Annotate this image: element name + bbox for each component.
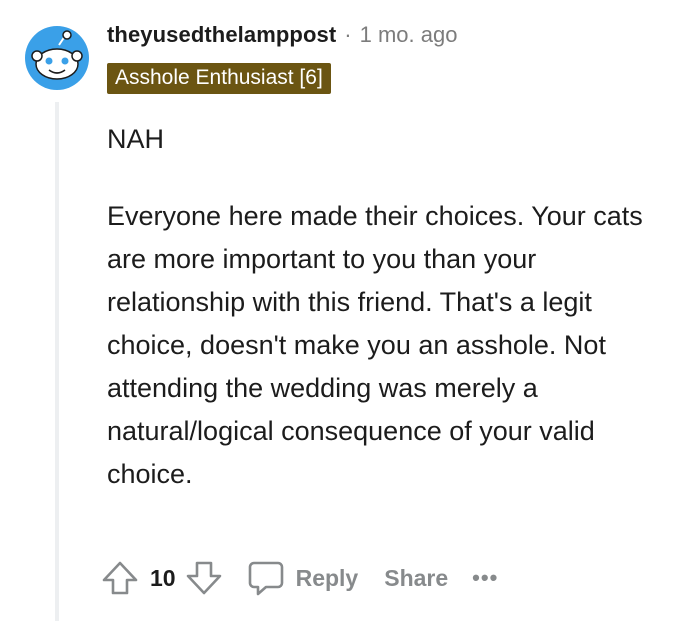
snoo-avatar-icon <box>25 26 89 90</box>
more-options-button[interactable]: ••• <box>472 565 498 591</box>
downvote-arrow-icon[interactable] <box>184 558 224 598</box>
upvote-arrow-icon[interactable] <box>100 558 140 598</box>
thread-line[interactable] <box>55 102 59 621</box>
reply-label: Reply <box>295 564 359 591</box>
timestamp[interactable]: 1 mo. ago <box>360 22 458 48</box>
user-flair: Asshole Enthusiast [6] <box>107 63 331 94</box>
comment-paragraph: NAH <box>107 124 165 154</box>
comment-paragraph: Everyone here made their choices. Your c… <box>107 201 643 489</box>
meta-separator: · <box>344 22 352 47</box>
comment-header: theyusedthelamppost · 1 mo. ago <box>107 22 457 48</box>
reply-button[interactable]: Reply <box>246 558 359 598</box>
username-link[interactable]: theyusedthelamppost <box>107 22 336 48</box>
vote-count: 10 <box>150 564 176 591</box>
comment-actions: 10 Reply Share ••• <box>100 556 498 600</box>
speech-bubble-icon <box>246 558 286 598</box>
share-button[interactable]: Share <box>384 565 448 592</box>
avatar[interactable] <box>25 26 89 90</box>
comment-body: NAH Everyone here made their choices. Yo… <box>107 118 667 496</box>
